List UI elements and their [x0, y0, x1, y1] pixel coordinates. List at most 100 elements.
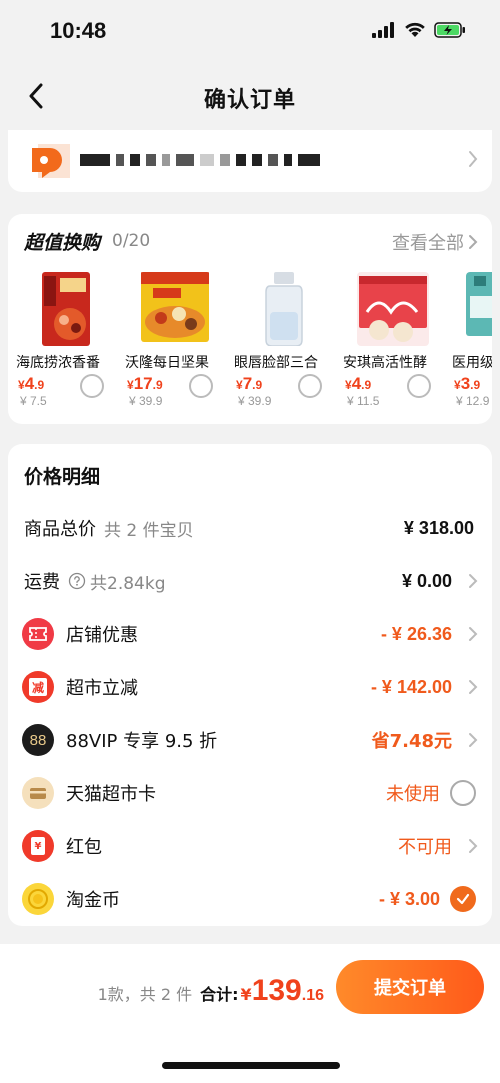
- product-image-medical-item: [466, 272, 492, 336]
- product-name: 安琪高活性酵: [343, 355, 427, 371]
- goods-count-label: 共 2 件宝贝: [104, 520, 194, 541]
- mask-block: [80, 154, 110, 166]
- total-label: 合计:: [200, 985, 239, 1004]
- product-select-radio[interactable]: [189, 374, 213, 398]
- market-discount-value: - ¥ 142.00: [370, 676, 452, 697]
- product-select-radio[interactable]: [407, 374, 431, 398]
- shipping-weight: 共2.84kg: [90, 573, 166, 594]
- chevron-right-icon: [469, 733, 478, 747]
- tmall-card-value: 未使用: [386, 784, 440, 805]
- taojin-coin-row[interactable]: 淘金币 - ¥ 3.00: [8, 878, 492, 920]
- red-packet-value: 不可用: [398, 837, 452, 858]
- product-image-hotpot-sauce: [42, 272, 90, 346]
- mask-block: [176, 154, 194, 166]
- home-indicator[interactable]: [162, 1062, 340, 1069]
- order-summary: 1款，共 2 件 合计: ¥ 139 .16: [98, 974, 324, 1008]
- chevron-right-icon: [469, 680, 478, 694]
- total-cents: .16: [301, 987, 324, 1004]
- deal-product[interactable]: 沃隆每日坚果 ¥17.9 ¥ 39.9: [123, 270, 232, 414]
- deal-product[interactable]: 安琪高活性酵 ¥4.9 ¥ 11.5: [341, 270, 450, 414]
- product-image-yeast: [357, 272, 429, 346]
- product-select-radio[interactable]: [298, 374, 322, 398]
- goods-total-value: ¥ 318.00: [403, 517, 474, 538]
- address-masked: [80, 154, 320, 166]
- store-discount-label: 店铺优惠: [66, 625, 138, 646]
- mask-block: [268, 154, 278, 166]
- chevron-right-icon: [469, 627, 478, 641]
- product-price: ¥4.9: [18, 374, 45, 393]
- mask-block: [298, 154, 320, 166]
- mask-block: [236, 154, 246, 166]
- market-discount-label: 超市立减: [66, 678, 138, 699]
- taojin-coin-label: 淘金币: [66, 890, 120, 911]
- product-original-price: ¥ 11.5: [347, 394, 380, 408]
- product-name: 海底捞浓香番: [16, 355, 100, 371]
- product-price: ¥17.9: [127, 374, 163, 393]
- price-detail-title: 价格明细: [24, 466, 101, 488]
- goods-total-row: 商品总价 共 2 件宝贝 ¥ 318.00: [8, 507, 492, 549]
- see-all-label: 查看全部: [392, 233, 464, 254]
- store-discount-value: - ¥ 26.36: [380, 623, 452, 644]
- shipping-row[interactable]: 运费 共2.84kg ¥ 0.00: [8, 560, 492, 602]
- coupon-icon: [22, 618, 54, 650]
- nav-bar: 确认订单: [0, 64, 500, 128]
- price-detail-card: 价格明细 商品总价 共 2 件宝贝 ¥ 318.00 运费 共2.84kg ¥ …: [8, 444, 492, 926]
- product-original-price: ¥ 39.9: [238, 394, 272, 408]
- store-discount-row[interactable]: 店铺优惠 - ¥ 26.36: [8, 613, 492, 655]
- vip-discount-row[interactable]: 88 88VIP 专享 9.5 折 省7.48元: [8, 719, 492, 761]
- product-image-makeup-remover: [265, 272, 303, 346]
- total-amount: 139: [251, 974, 302, 1007]
- vip-discount-label: 88VIP 专享 9.5 折: [66, 731, 218, 752]
- tmall-card-radio[interactable]: [450, 780, 476, 806]
- wifi-icon: [405, 22, 425, 37]
- total-currency: ¥: [240, 985, 252, 1004]
- mask-block: [130, 154, 140, 166]
- mask-block: [146, 154, 156, 166]
- tmall-card-label: 天猫超市卡: [66, 784, 156, 805]
- checkmark-icon: [456, 893, 470, 905]
- address-card[interactable]: [8, 130, 492, 192]
- chevron-right-icon: [469, 235, 478, 249]
- product-name: 医用级: [452, 355, 492, 371]
- market-discount-row[interactable]: 减 超市立减 - ¥ 142.00: [8, 666, 492, 708]
- product-price: ¥4.9: [345, 374, 372, 393]
- product-select-radio[interactable]: [80, 374, 104, 398]
- chevron-right-icon: [469, 151, 478, 167]
- help-icon[interactable]: [68, 572, 86, 590]
- chevron-right-icon: [469, 574, 478, 588]
- status-time: 10:48: [50, 18, 107, 43]
- gold-coin-icon: [22, 883, 54, 915]
- deal-product[interactable]: 海底捞浓香番 ¥4.9 ¥ 7.5: [14, 270, 123, 414]
- page-title: 确认订单: [203, 88, 296, 113]
- deal-product[interactable]: 眼唇脸部三合 ¥7.9 ¥ 39.9: [232, 270, 341, 414]
- taojin-coin-check[interactable]: [450, 886, 476, 912]
- deal-product[interactable]: 医用级 ¥3.9 ¥ 12.9: [450, 270, 492, 414]
- vip-88-icon: 88: [22, 724, 54, 756]
- see-all-link[interactable]: 查看全部: [392, 229, 478, 255]
- product-name: 眼唇脸部三合: [234, 355, 318, 371]
- red-packet-icon: ¥: [22, 830, 54, 862]
- mask-block: [284, 154, 292, 166]
- deals-card: 超值换购 0/20 查看全部 海底捞浓香番 ¥4.9 ¥ 7.5 沃隆每日坚果 …: [8, 214, 492, 424]
- taojin-coin-value: - ¥ 3.00: [378, 888, 440, 909]
- mask-block: [116, 154, 124, 166]
- product-image-daily-nuts: [141, 272, 209, 342]
- red-packet-label: 红包: [66, 837, 102, 858]
- product-original-price: ¥ 39.9: [129, 394, 163, 408]
- mask-block: [162, 154, 170, 166]
- goods-total-label: 商品总价: [24, 519, 96, 540]
- submit-order-button[interactable]: 提交订单: [336, 960, 484, 1014]
- deals-title: 超值换购: [24, 232, 101, 254]
- product-original-price: ¥ 12.9: [456, 394, 490, 408]
- mask-block: [200, 154, 214, 166]
- shipping-label: 运费: [24, 572, 60, 593]
- battery-charging-icon: [434, 22, 465, 38]
- reduce-icon: 减: [22, 671, 54, 703]
- red-packet-row[interactable]: ¥ 红包 不可用: [8, 825, 492, 867]
- chevron-right-icon: [469, 839, 478, 853]
- tmall-card-row[interactable]: 天猫超市卡 未使用: [8, 772, 492, 814]
- gift-card-icon: [22, 777, 54, 809]
- deals-count: 0/20: [112, 231, 151, 251]
- product-price: ¥7.9: [236, 374, 263, 393]
- vip-discount-value: 省7.48元: [371, 731, 452, 752]
